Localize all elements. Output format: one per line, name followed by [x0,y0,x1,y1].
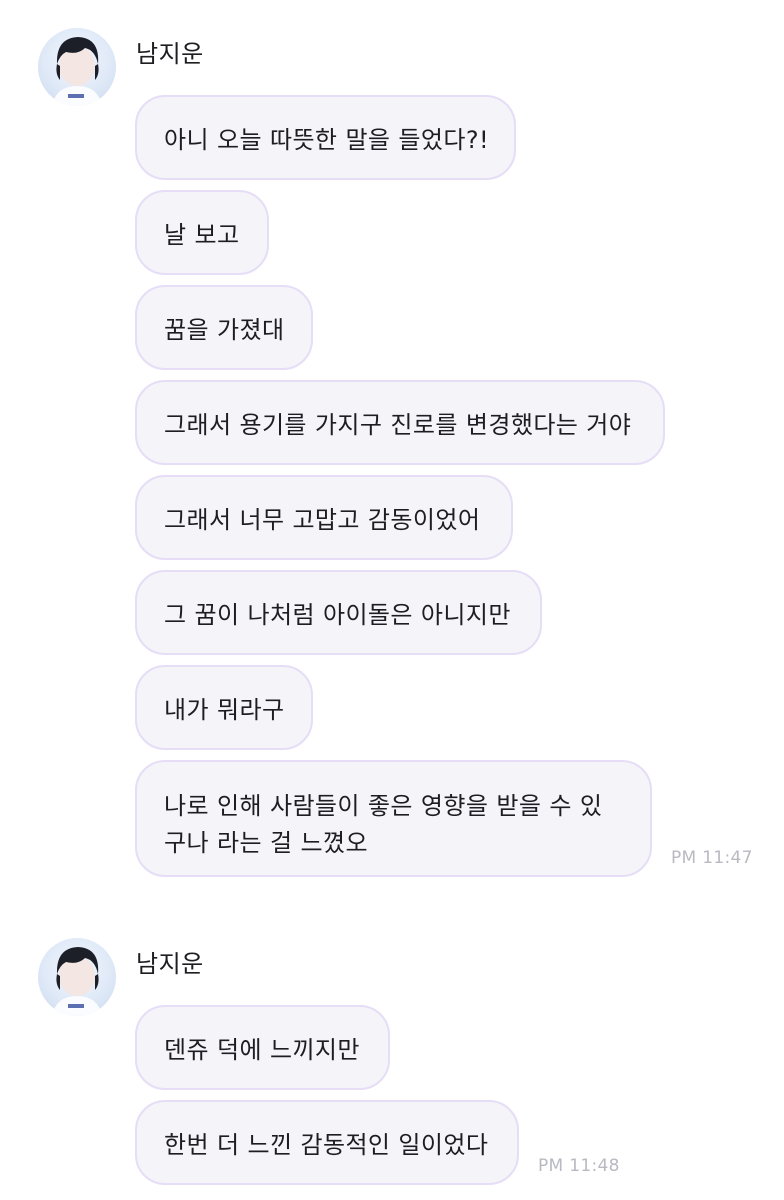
message-bubble[interactable]: 그래서 너무 고맙고 감동이었어 [135,475,513,560]
message-bubble[interactable]: 날 보고 [135,190,269,275]
avatar-photo-icon [52,947,102,1016]
message-bubble[interactable]: 꿈을 가졌대 [135,285,313,370]
message-bubble[interactable]: 그래서 용기를 가지구 진로를 변경했다는 거야 [135,380,665,465]
avatar[interactable] [38,938,116,1016]
avatar[interactable] [38,28,116,106]
message-bubble[interactable]: 아니 오늘 따뜻한 말을 들었다?! [135,95,516,180]
sender-name: 남지운 [136,40,204,68]
message-bubble[interactable]: 덴쥬 덕에 느끼지만 [135,1005,390,1090]
sender-name: 남지운 [136,950,204,978]
message-bubble[interactable]: 한번 더 느낀 감동적인 일이었다 [135,1100,519,1185]
chat-thread: 남지운 아니 오늘 따뜻한 말을 들었다?! 날 보고 꿈을 가졌대 그래서 용… [0,0,784,1200]
message-bubble[interactable]: 내가 뭐라구 [135,665,313,750]
avatar-photo-icon [52,37,102,106]
message-timestamp: PM 11:48 [538,1156,620,1176]
message-timestamp: PM 11:47 [671,848,753,868]
message-bubble[interactable]: 나로 인해 사람들이 좋은 영향을 받을 수 있구나 라는 걸 느꼈오 [135,760,652,877]
message-bubble[interactable]: 그 꿈이 나처럼 아이돌은 아니지만 [135,570,542,655]
